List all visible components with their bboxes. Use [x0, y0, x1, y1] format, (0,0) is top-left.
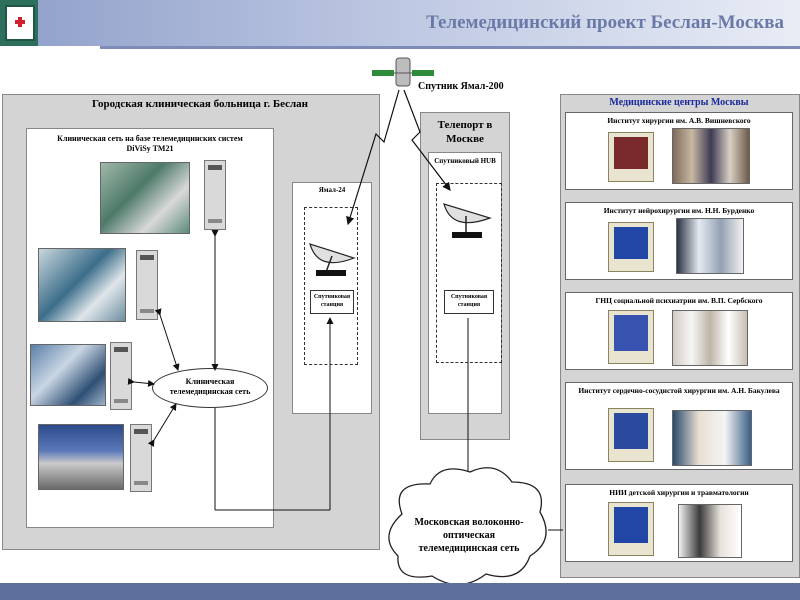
satellite-dish-icon [443, 203, 492, 238]
moscow-network-label: Московская волоконно-оптическая телемеди… [414, 517, 524, 554]
satellite-label: Спутник Ямал-200 [418, 81, 504, 92]
satellite-dish-icon [309, 243, 356, 276]
diagram-links [127, 57, 563, 586]
footer-bar [0, 583, 800, 600]
